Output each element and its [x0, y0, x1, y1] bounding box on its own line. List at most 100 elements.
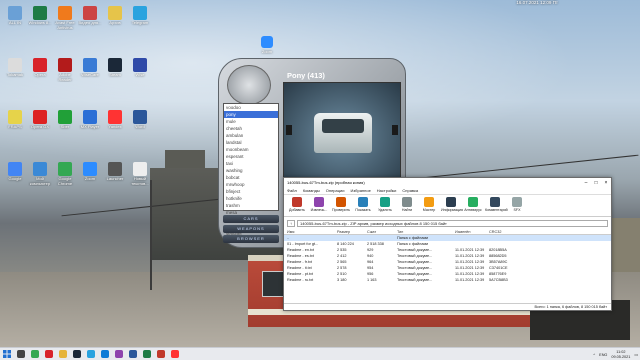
- desktop-icon[interactable]: Launcher: [103, 162, 127, 189]
- menu-item[interactable]: Настройки: [377, 188, 397, 193]
- taskbar-app-explorer[interactable]: [56, 348, 70, 360]
- desktop-icon[interactable]: Tokamak: [3, 58, 27, 85]
- up-folder-button[interactable]: ↑: [287, 219, 295, 227]
- vehicle-preview[interactable]: [283, 82, 401, 180]
- toolbar-button[interactable]: Найти: [397, 196, 417, 212]
- telegram-icon: [87, 350, 95, 358]
- archive-path[interactable]: 140055-bus-67Tm-bus.zip - ZIP архив, раз…: [297, 219, 608, 227]
- toolbar-button[interactable]: Добавить: [287, 196, 307, 212]
- taskbar-app-chrome[interactable]: [28, 348, 42, 360]
- desktop-icon[interactable]: Zoom: [78, 162, 102, 189]
- menu-item[interactable]: Операции: [326, 188, 345, 193]
- taskbar-app-game[interactable]: [154, 348, 168, 360]
- desktop-icon[interactable]: Wise: [128, 58, 152, 85]
- close-button[interactable]: ×: [601, 180, 611, 186]
- desktop-icon[interactable]: MX Player: [78, 110, 102, 137]
- menu-item[interactable]: Файл: [287, 188, 297, 193]
- toolbar-button[interactable]: Извлечь...: [309, 196, 329, 212]
- toolbar-button[interactable]: Мастер: [419, 196, 439, 212]
- desktop-icon-label: Видео для...: [78, 21, 102, 25]
- winrar-window[interactable]: 140055-bus-67Tm-bus.zip (пробная копия) …: [283, 177, 612, 311]
- vehicle-list-item[interactable]: mule: [224, 118, 278, 125]
- desktop-icon[interactable]: Мой компьютер: [28, 162, 52, 189]
- desktop-icon[interactable]: ALL IN: [3, 6, 27, 33]
- vehicle-list-item[interactable]: cheetah: [224, 125, 278, 132]
- vehicle-list-item[interactable]: taxi: [224, 160, 278, 167]
- app-icon: [8, 162, 22, 176]
- desktop-icon[interactable]: Видео для...: [78, 6, 102, 33]
- vehicle-list-item[interactable]: washing: [224, 167, 278, 174]
- taskbar-app-winrar[interactable]: [112, 348, 126, 360]
- taskbar-app-word[interactable]: [126, 348, 140, 360]
- taskbar-app-opera[interactable]: [42, 348, 56, 360]
- toolbar-button[interactable]: SFX: [507, 196, 527, 212]
- vehicle-list-item[interactable]: pony: [224, 111, 278, 118]
- vehicle-model: [314, 113, 372, 153]
- desktop-icon[interactable]: Steam: [103, 58, 127, 85]
- vehicle-list-item[interactable]: bfinject: [224, 188, 278, 195]
- desktop-icon[interactable]: Google: [3, 162, 27, 189]
- desktop-icon-zoom[interactable]: Zoom: [258, 36, 276, 58]
- start-button[interactable]: [0, 348, 14, 360]
- desktop-icon[interactable]: Word: [128, 110, 152, 137]
- taskbar-app-yandex[interactable]: [168, 348, 182, 360]
- maximize-button[interactable]: □: [591, 180, 601, 186]
- vehicle-list-item[interactable]: hotknife: [224, 195, 278, 202]
- desktop-icon[interactable]: Архив: [103, 6, 127, 33]
- desktop-icon[interactable]: Yandex: [103, 110, 127, 137]
- taskbar-app-excel[interactable]: [140, 348, 154, 360]
- desktop-icon[interactable]: Windows 8...: [28, 6, 52, 33]
- vehicle-list-item[interactable]: landstal: [224, 139, 278, 146]
- menu-item[interactable]: Команды: [303, 188, 320, 193]
- desktop-icon[interactable]: Telegram: [128, 6, 152, 33]
- menu-item[interactable]: Справка: [402, 188, 418, 193]
- desktop-topbar-text: 16.07.2021 12:09 Пт: [516, 0, 558, 5]
- desktop-icon-label: Архив: [109, 21, 121, 25]
- desktop-icon-label: MX Player: [80, 125, 100, 129]
- prev-arrow-icon[interactable]: [286, 125, 292, 135]
- toolbar-button[interactable]: Показать: [353, 196, 373, 212]
- next-arrow-icon[interactable]: [392, 125, 398, 135]
- taskbar-app-steam[interactable]: [70, 348, 84, 360]
- table-row[interactable]: Readme - ru.txt 3 180 1 163 Текстовый докум…: [284, 277, 611, 283]
- tray-chevron-icon[interactable]: ^: [593, 353, 595, 357]
- language-indicator[interactable]: ENG: [599, 353, 607, 357]
- cars-button[interactable]: CARS: [223, 215, 279, 223]
- excel-icon: [143, 350, 151, 358]
- vehicle-list-item[interactable]: moonbeam: [224, 146, 278, 153]
- winrar-titlebar[interactable]: 140055-bus-67Tm-bus.zip (пробная копия) …: [284, 178, 611, 187]
- desktop-icon[interactable]: Opera GX: [28, 110, 52, 137]
- browser-button[interactable]: BROWSER: [223, 235, 279, 243]
- desktop-icon[interactable]: FRAPS: [3, 110, 27, 137]
- desktop-icon[interactable]: Opera: [28, 58, 52, 85]
- toolbar-button[interactable]: Информация: [441, 196, 463, 212]
- vehicle-list-item[interactable]: voodoo: [224, 104, 278, 111]
- vehicle-list-item[interactable]: ambulan: [224, 132, 278, 139]
- toolbar-button[interactable]: Комментарий: [485, 196, 508, 212]
- desktop-icon-label: Google Chrome: [57, 177, 73, 186]
- toolbar-button[interactable]: Антивирус: [463, 196, 483, 212]
- vehicle-list-item[interactable]: trashm: [224, 202, 278, 209]
- toolbar-button[interactable]: Проверить: [331, 196, 351, 212]
- desktop-icon[interactable]: WiseCare: [78, 58, 102, 85]
- taskbar-app-search[interactable]: [14, 348, 28, 360]
- toolbar-button[interactable]: Удалить: [375, 196, 395, 212]
- desktop-icon[interactable]: Новый текстов...: [128, 162, 152, 189]
- weapons-button[interactable]: WEAPONS: [223, 225, 279, 233]
- vehicle-list[interactable]: voodoo pony mule cheetah ambulan landstal moon…: [223, 103, 279, 243]
- taskbar-app-edge[interactable]: [98, 348, 112, 360]
- vehicle-list-item[interactable]: mrwhoop: [224, 181, 278, 188]
- desktop-icon[interactable]: Sber: [53, 110, 77, 137]
- desktop-icon[interactable]: Google Chrome: [53, 162, 77, 189]
- notifications-icon[interactable]: ▭: [634, 352, 638, 357]
- desktop-icon[interactable]: Avast Free Antivirus: [53, 6, 77, 33]
- toolbar-label: Показать: [355, 208, 371, 212]
- vehicle-list-item[interactable]: bobcat: [224, 174, 278, 181]
- menu-item[interactable]: Избранное: [351, 188, 371, 193]
- minimize-button[interactable]: –: [581, 180, 591, 186]
- desktop-icon[interactable]: Adobe Reader: [53, 58, 77, 85]
- vehicle-list-item[interactable]: esperant: [224, 153, 278, 160]
- winrar-menubar: Файл Команды Операции Избранное Настройки Спр…: [284, 187, 611, 195]
- taskbar-app-telegram[interactable]: [84, 348, 98, 360]
- clock[interactable]: 11:02 09.05.2021: [611, 350, 630, 359]
